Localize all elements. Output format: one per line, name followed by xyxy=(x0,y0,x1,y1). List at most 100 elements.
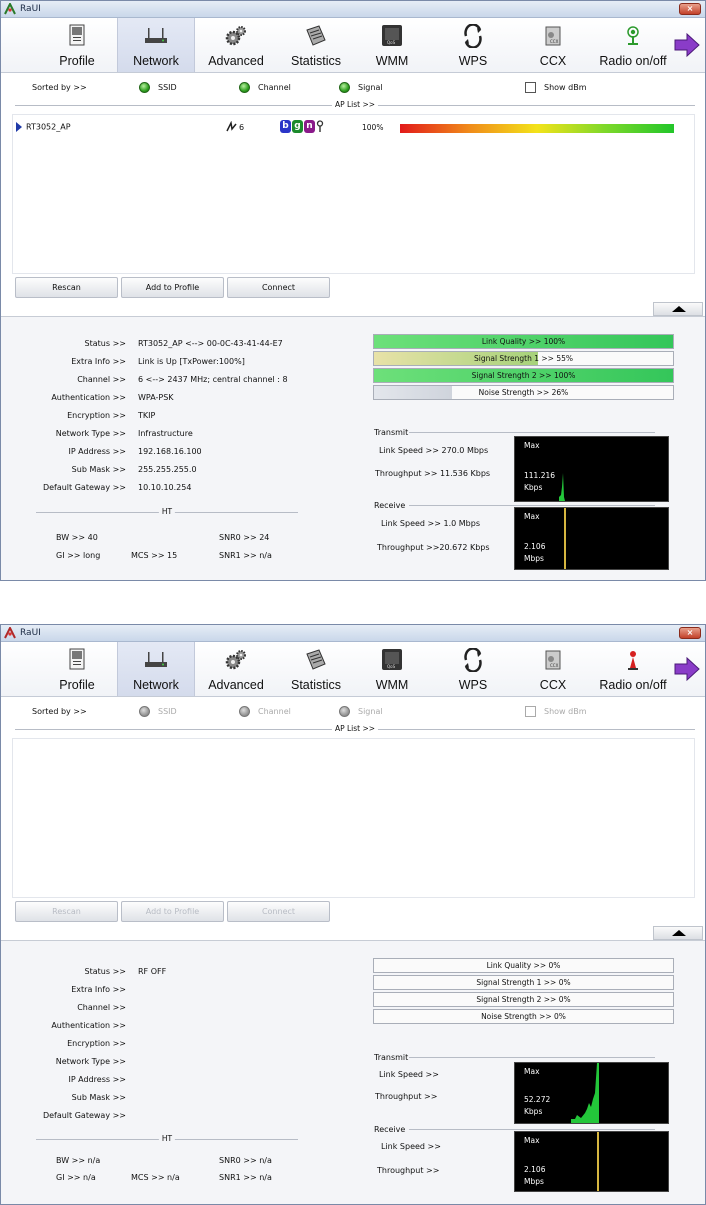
tab-label: WPS xyxy=(458,54,488,68)
show-dbm-checkbox[interactable] xyxy=(525,706,536,717)
status-panel: Status >> RT3052_AP <--> 00-0C-43-41-44-… xyxy=(1,316,705,580)
receive-graph-trace xyxy=(597,1132,599,1191)
receive-throughput: Throughput >> xyxy=(377,1166,440,1175)
window-title: RaUI xyxy=(20,4,41,14)
ht-snr0: SNR0 >> n/a xyxy=(219,1156,272,1165)
status-panel: Status >> RF OFF Extra Info >> Channel >… xyxy=(1,940,705,1204)
add-to-profile-button[interactable]: Add to Profile xyxy=(121,277,224,298)
tab-advanced[interactable]: Advanced xyxy=(197,642,275,696)
tab-label: Statistics xyxy=(290,678,341,692)
receive-link-speed: Link Speed >> 1.0 Mbps xyxy=(381,519,480,528)
tab-label: Network xyxy=(133,54,179,68)
sort-channel-radio[interactable] xyxy=(239,706,250,717)
signal-strength-2-bar: Signal Strength 2 >> 100% xyxy=(373,368,674,383)
tab-network[interactable]: Network xyxy=(117,642,195,696)
close-button[interactable]: × xyxy=(679,627,701,639)
transmit-link-speed: Link Speed >> xyxy=(379,1070,439,1079)
tab-radio-on-off[interactable]: Radio on/off xyxy=(593,642,673,696)
main-toolbar: Profile Network Advanced Statistics QoS … xyxy=(1,18,705,73)
ccx-icon: CCX xyxy=(545,26,561,46)
status-value: RF OFF xyxy=(138,967,167,976)
tab-label: WMM xyxy=(375,678,409,692)
raui-app-icon xyxy=(4,3,16,15)
connect-button[interactable]: Connect xyxy=(227,277,330,298)
sort-ssid-label: SSID xyxy=(158,83,177,92)
sub-mask-value: 255.255.255.0 xyxy=(138,465,197,474)
default-gateway-key: Default Gateway >> xyxy=(42,1111,126,1120)
transmit-throughput: Throughput >> xyxy=(375,1092,438,1101)
tab-profile[interactable]: Profile xyxy=(39,642,115,696)
close-button[interactable]: × xyxy=(679,3,701,15)
sort-row: Sorted by >> SSID Channel Signal Show dB… xyxy=(1,705,705,721)
transmit-graph-trace xyxy=(571,1063,599,1123)
tab-wps[interactable]: WPS xyxy=(437,18,509,72)
ap-list[interactable] xyxy=(12,738,695,898)
transmit-graph: Max 111.216 Kbps xyxy=(514,436,669,502)
wmm-icon: QoS xyxy=(382,649,402,670)
radio-on-icon xyxy=(627,26,639,45)
tab-wmm[interactable]: QoS WMM xyxy=(357,18,427,72)
link-quality-label: Link Quality >> 100% xyxy=(481,337,566,346)
network-icon xyxy=(145,28,167,43)
svg-text:QoS: QoS xyxy=(387,40,396,45)
ap-row[interactable]: RT3052_AP 6 b g n 100% xyxy=(13,120,694,136)
tab-label: WPS xyxy=(458,678,488,692)
sub-mask-key: Sub Mask >> xyxy=(71,1093,126,1102)
tab-wmm[interactable]: QoS WMM xyxy=(357,642,427,696)
tab-statistics[interactable]: Statistics xyxy=(277,18,355,72)
sort-ssid-label: SSID xyxy=(158,707,177,716)
network-icon xyxy=(145,652,167,667)
receive-graph: Max 2.106 Mbps xyxy=(514,1131,669,1192)
ap-list[interactable]: RT3052_AP 6 b g n 100% xyxy=(12,114,695,274)
ht-bw: BW >> n/a xyxy=(56,1156,101,1165)
tab-wps[interactable]: WPS xyxy=(437,642,509,696)
ht-label: HT xyxy=(158,507,176,516)
tab-label: Advanced xyxy=(208,54,264,68)
receive-label: Receive xyxy=(374,1125,406,1134)
profile-icon xyxy=(69,24,85,46)
sorted-by-label: Sorted by >> xyxy=(32,83,87,92)
show-dbm-label: Show dBm xyxy=(544,707,587,716)
signal-strength-1-bar: Signal Strength 1 >> 55% xyxy=(373,351,674,366)
receive-graph: Max 2.106 Mbps xyxy=(514,507,669,570)
sort-ssid-radio[interactable] xyxy=(139,706,150,717)
receive-label: Receive xyxy=(374,501,406,510)
statistics-icon xyxy=(306,649,326,670)
network-type-value: Infrastructure xyxy=(138,429,193,438)
show-dbm-checkbox[interactable] xyxy=(525,82,536,93)
next-arrow-icon[interactable] xyxy=(673,32,701,58)
tab-ccx[interactable]: CCX CCX xyxy=(517,642,589,696)
connect-button[interactable]: Connect xyxy=(227,901,330,922)
channel-key: Channel >> xyxy=(77,375,126,384)
tab-advanced[interactable]: Advanced xyxy=(197,18,275,72)
collapse-toggle[interactable] xyxy=(653,302,703,316)
sort-signal-radio[interactable] xyxy=(339,706,350,717)
ap-signal: 100% xyxy=(362,123,384,132)
sort-ssid-radio[interactable] xyxy=(139,82,150,93)
sort-signal-radio[interactable] xyxy=(339,82,350,93)
link-quality-label: Link Quality >> 0% xyxy=(486,961,561,970)
tab-network[interactable]: Network xyxy=(117,18,195,72)
ht-gi: GI >> n/a xyxy=(56,1173,96,1182)
raui-window-connected: RaUI × Profile Network Advanced Statisti… xyxy=(0,0,706,581)
tab-profile[interactable]: Profile xyxy=(39,18,115,72)
tab-label: Profile xyxy=(59,678,95,692)
sorted-by-label: Sorted by >> xyxy=(32,707,87,716)
transmit-throughput: Throughput >> 11.536 Kbps xyxy=(375,469,491,478)
signal-strength-2-bar: Signal Strength 2 >> 0% xyxy=(373,992,674,1007)
collapse-toggle[interactable] xyxy=(653,926,703,940)
svg-text:CCX: CCX xyxy=(550,663,559,668)
encryption-key: Encryption >> xyxy=(67,411,126,420)
next-arrow-icon[interactable] xyxy=(673,656,701,682)
add-to-profile-button[interactable]: Add to Profile xyxy=(121,901,224,922)
extra-info-key: Extra Info >> xyxy=(71,985,126,994)
tab-radio-on-off[interactable]: Radio on/off xyxy=(593,18,673,72)
sort-channel-radio[interactable] xyxy=(239,82,250,93)
signal-strength-1-label: Signal Strength 1 >> 55% xyxy=(473,354,574,363)
tab-statistics[interactable]: Statistics xyxy=(277,642,355,696)
rescan-button[interactable]: Rescan xyxy=(15,901,118,922)
signal-strength-1-bar: Signal Strength 1 >> 0% xyxy=(373,975,674,990)
rescan-button[interactable]: Rescan xyxy=(15,277,118,298)
tab-ccx[interactable]: CCX CCX xyxy=(517,18,589,72)
ap-list-label: AP List >> xyxy=(331,724,379,733)
